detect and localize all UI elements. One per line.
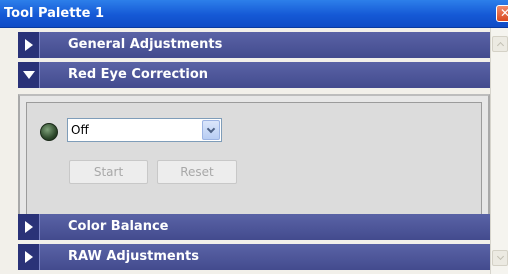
expand-arrow-icon[interactable] xyxy=(18,244,40,270)
palette-content: General Adjustments Red Eye Correction C… xyxy=(18,28,490,274)
status-indicator-icon xyxy=(40,123,58,141)
close-icon[interactable]: ✕ xyxy=(496,5,508,22)
start-button[interactable]: Start xyxy=(69,160,148,184)
section-color-balance[interactable]: Color Balance xyxy=(18,214,490,240)
tool-palette-window: Tool Palette 1 ✕ General Adjustments Red… xyxy=(0,0,508,274)
section-red-eye-correction[interactable]: Red Eye Correction xyxy=(18,62,490,88)
vertical-scrollbar[interactable] xyxy=(490,28,508,274)
section-raw-adjustments[interactable]: RAW Adjustments xyxy=(18,244,490,270)
section-label: Red Eye Correction xyxy=(68,67,209,82)
scroll-down-icon[interactable] xyxy=(492,250,508,266)
section-label: General Adjustments xyxy=(68,37,223,52)
collapse-arrow-icon[interactable] xyxy=(18,62,40,88)
expand-arrow-icon[interactable] xyxy=(18,214,40,240)
dropdown-chevron-icon[interactable] xyxy=(202,120,220,140)
section-label: RAW Adjustments xyxy=(68,249,199,264)
reset-button[interactable]: Reset xyxy=(157,160,237,184)
scroll-up-icon[interactable] xyxy=(492,36,508,52)
section-general-adjustments[interactable]: General Adjustments xyxy=(18,32,490,58)
red-eye-mode-value: Off xyxy=(71,123,89,137)
title-bar[interactable]: Tool Palette 1 ✕ xyxy=(0,0,508,28)
section-label: Color Balance xyxy=(68,219,169,234)
red-eye-mode-select[interactable]: Off xyxy=(67,118,222,142)
window-title: Tool Palette 1 xyxy=(4,6,105,21)
expand-arrow-icon[interactable] xyxy=(18,32,40,58)
